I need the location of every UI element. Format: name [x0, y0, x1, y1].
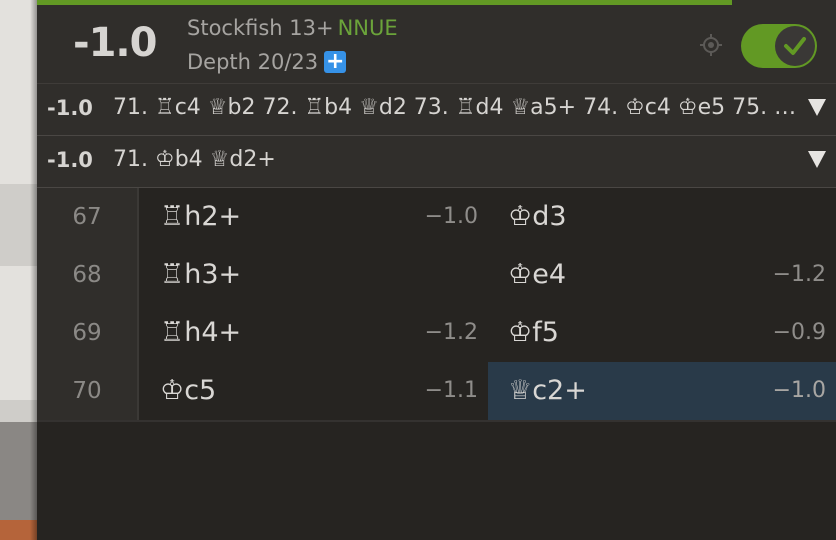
- move-list-divider: [37, 420, 836, 422]
- move-number: 67: [37, 188, 139, 246]
- engine-depth: Depth 20/23: [187, 50, 319, 74]
- white-move[interactable]: ♖h4+ −1.2: [140, 304, 488, 362]
- white-move[interactable]: ♖h2+ −1.0: [140, 188, 488, 246]
- move-number: 69: [37, 304, 139, 362]
- pv-line-2[interactable]: -1.0 71. ♔b4 ♕d2+: [37, 136, 836, 188]
- analysis-panel: -1.0 Stockfish 13+ NNUE Depth 20/23 + -1…: [37, 0, 836, 540]
- expand-arrow-icon[interactable]: [806, 148, 828, 170]
- expand-arrow-icon[interactable]: [806, 96, 828, 118]
- engine-depth-info: Depth 20/23 +: [187, 50, 347, 74]
- engine-name: Stockfish 13+: [187, 16, 334, 40]
- move-row: 68 ♖h3+ ♔e4 −1.2: [37, 246, 836, 304]
- move-eval: −1.0: [424, 204, 478, 229]
- move-row: 67 ♖h2+ −1.0 ♔d3: [37, 188, 836, 246]
- move-san: ♕c2+: [508, 375, 587, 406]
- engine-info: Stockfish 13+ NNUE: [187, 16, 398, 40]
- checkmark-icon: [784, 37, 806, 55]
- move-number: 70: [37, 362, 139, 420]
- engine-tag: NNUE: [337, 16, 398, 40]
- move-row: 69 ♖h4+ −1.2 ♔f5 −0.9: [37, 304, 836, 362]
- move-san: ♖h4+: [160, 317, 242, 348]
- black-move[interactable]: ♔e4 −1.2: [488, 246, 836, 304]
- black-move-active[interactable]: ♕c2+ −1.0: [488, 362, 836, 420]
- engine-toggle[interactable]: [741, 24, 817, 68]
- engine-eval-score: -1.0: [73, 20, 157, 66]
- move-san: ♔f5: [508, 317, 559, 348]
- pv-eval: -1.0: [47, 96, 93, 120]
- white-move[interactable]: ♔c5 −1.1: [140, 362, 488, 420]
- white-move[interactable]: ♖h3+: [140, 246, 488, 304]
- increase-depth-button[interactable]: +: [324, 51, 347, 73]
- move-san: ♖h3+: [160, 259, 242, 290]
- move-san: ♔c5: [160, 375, 217, 406]
- move-list: 67 ♖h2+ −1.0 ♔d3 68 ♖h3+ ♔e4 −1.2 69 ♖h4…: [37, 188, 836, 422]
- move-eval: −1.0: [772, 378, 826, 403]
- pv-eval: -1.0: [47, 148, 93, 172]
- move-row: 70 ♔c5 −1.1 ♕c2+ −1.0: [37, 362, 836, 420]
- move-number: 68: [37, 246, 139, 304]
- move-san: ♔d3: [508, 201, 567, 232]
- move-eval: −0.9: [772, 320, 826, 345]
- engine-progress-bar: [37, 0, 732, 5]
- move-eval: −1.2: [772, 262, 826, 287]
- move-san: ♔e4: [508, 259, 566, 290]
- black-move[interactable]: ♔d3: [488, 188, 836, 246]
- pv-moves[interactable]: 71. ♖c4 ♕b2 72. ♖b4 ♕d2 73. ♖d4 ♕a5+ 74.…: [113, 95, 803, 120]
- move-eval: −1.2: [424, 320, 478, 345]
- move-san: ♖h2+: [160, 201, 242, 232]
- toggle-knob: [775, 26, 815, 66]
- pv-line-1[interactable]: -1.0 71. ♖c4 ♕b2 72. ♖b4 ♕d2 73. ♖d4 ♕a5…: [37, 84, 836, 136]
- engine-eval-header: -1.0 Stockfish 13+ NNUE Depth 20/23 +: [37, 0, 836, 84]
- move-eval: −1.1: [424, 378, 478, 403]
- target-icon[interactable]: [699, 33, 723, 57]
- black-move[interactable]: ♔f5 −0.9: [488, 304, 836, 362]
- board-shadow: [30, 0, 37, 540]
- pv-moves[interactable]: 71. ♔b4 ♕d2+: [113, 147, 803, 172]
